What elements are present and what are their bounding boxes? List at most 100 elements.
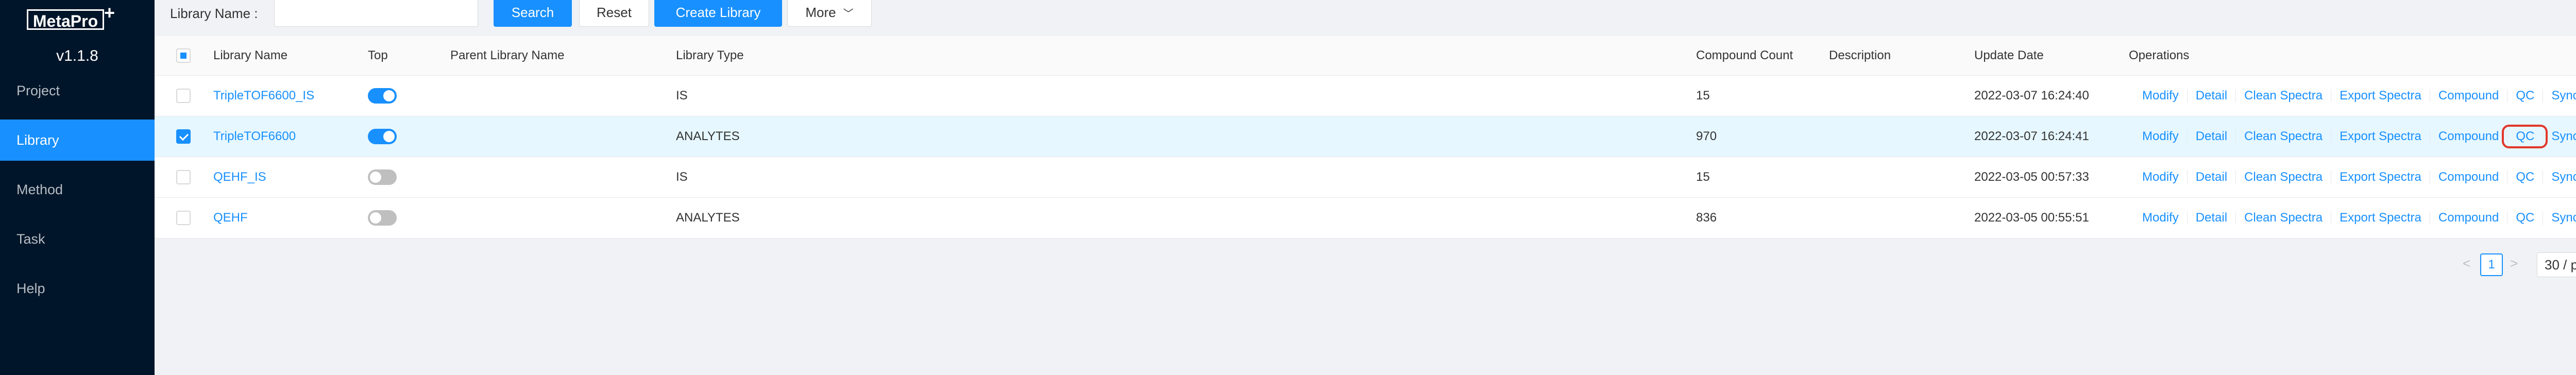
sidebar-item-method[interactable]: Method [0,169,155,210]
compound-link[interactable]: Compound [2429,211,2507,225]
qc-link[interactable]: QC [2507,89,2543,103]
row-select-cell [176,76,191,116]
chevron-down-icon: ﹀ [843,8,854,20]
compound-link[interactable]: Compound [2429,171,2507,184]
sidebar: MetaPro + v1.1.8 Project Library Method … [0,0,155,375]
sidebar-item-help[interactable]: Help [0,268,155,309]
modify-link[interactable]: Modify [2142,211,2187,225]
export-spectra-link[interactable]: Export Spectra [2331,211,2430,225]
search-button[interactable]: Search [494,0,572,27]
row-checkbox[interactable] [176,89,191,103]
modify-link[interactable]: Modify [2142,130,2187,143]
row-select-cell [176,157,191,197]
col-library-type: Library Type [676,48,744,62]
page-size-select[interactable]: 30 / page ﹀ [2537,252,2576,277]
sync-dropdown[interactable]: Sync﹀ [2543,89,2576,103]
library-name-link[interactable]: TripleTOF6600 [213,116,296,157]
page-size-value: 30 / page [2545,257,2576,272]
col-update-date: Update Date [1974,48,2044,62]
sync-label: Sync [2551,169,2576,184]
export-spectra-link[interactable]: Export Spectra [2331,89,2430,103]
export-spectra-link[interactable]: Export Spectra [2331,130,2430,143]
sync-dropdown[interactable]: Sync﹀ [2543,211,2576,225]
create-library-button[interactable]: Create Library [654,0,782,27]
more-label: More [805,5,836,20]
qc-link[interactable]: QC [2507,171,2543,184]
col-library-name: Library Name [213,48,288,62]
row-checkbox[interactable] [176,211,191,225]
operations-cell: Modify Detail Clean Spectra Export Spect… [2142,116,2576,157]
logo: MetaPro + [25,2,123,34]
sync-label: Sync [2551,210,2576,225]
sync-dropdown[interactable]: Sync﹀ [2543,129,2576,144]
compound-link[interactable]: Compound [2429,130,2507,143]
row-checkbox[interactable] [176,170,191,184]
library-name-link[interactable]: QEHF_IS [213,157,266,197]
library-name-input[interactable] [274,0,478,27]
table-row: TripleTOF6600 ANALYTES 970 2022-03-07 16… [155,116,2576,157]
row-checkbox[interactable] [176,129,191,144]
select-all-cell [176,36,191,75]
compound-count-cell: 15 [1696,89,1710,103]
detail-link[interactable]: Detail [2187,130,2235,143]
compound-count-cell: 15 [1696,170,1710,184]
search-toolbar: Library Name : Search Reset Create Libra… [155,0,2576,31]
sidebar-item-project[interactable]: Project [0,70,155,111]
qc-link[interactable]: QC [2507,211,2543,225]
library-type-cell: IS [676,170,688,184]
clean-spectra-link[interactable]: Clean Spectra [2235,89,2331,103]
detail-link[interactable]: Detail [2187,171,2235,184]
select-all-checkbox[interactable] [176,48,191,63]
library-table: Library Name Top Parent Library Name Lib… [155,36,2576,238]
operations-cell: Modify Detail Clean Spectra Export Spect… [2142,76,2576,116]
export-spectra-link[interactable]: Export Spectra [2331,171,2430,184]
top-toggle[interactable] [368,210,397,226]
col-parent-library-name: Parent Library Name [450,48,565,62]
top-toggle[interactable] [368,129,397,144]
top-cell [368,116,397,157]
library-name-link[interactable]: QEHF [213,198,248,238]
top-cell [368,157,397,197]
top-cell [368,198,397,238]
update-date-cell: 2022-03-05 00:55:51 [1974,211,2089,225]
update-date-cell: 2022-03-07 16:24:41 [1974,129,2089,143]
operations-cell: Modify Detail Clean Spectra Export Spect… [2142,198,2576,238]
compound-count-cell: 970 [1696,129,1717,143]
reset-button[interactable]: Reset [579,0,649,27]
logo-plus-icon: + [104,2,115,23]
detail-link[interactable]: Detail [2187,89,2235,103]
clean-spectra-link[interactable]: Clean Spectra [2235,211,2331,225]
top-toggle[interactable] [368,169,397,185]
sync-dropdown[interactable]: Sync﹀ [2543,169,2576,184]
clean-spectra-link[interactable]: Clean Spectra [2235,130,2331,143]
compound-count-cell: 836 [1696,211,1717,225]
operations-cell: Modify Detail Clean Spectra Export Spect… [2142,157,2576,197]
clean-spectra-link[interactable]: Clean Spectra [2235,171,2331,184]
library-type-cell: IS [676,89,688,103]
modify-link[interactable]: Modify [2142,171,2187,184]
pagination-next-icon[interactable]: > [2510,255,2518,271]
col-operations: Operations [2129,48,2190,62]
more-dropdown[interactable]: More ﹀ [787,0,872,27]
detail-link[interactable]: Detail [2187,211,2235,225]
sidebar-item-library[interactable]: Library [0,120,155,161]
pagination-prev-icon[interactable]: < [2463,255,2470,271]
col-top: Top [368,48,388,62]
table-row: QEHF_IS IS 15 2022-03-05 00:57:33 Modify… [155,157,2576,198]
col-compound-count: Compound Count [1696,48,1793,62]
col-description: Description [1829,48,1891,62]
sync-label: Sync [2551,129,2576,143]
library-type-cell: ANALYTES [676,129,740,143]
table-row: TripleTOF6600_IS IS 15 2022-03-07 16:24:… [155,76,2576,116]
pagination-page-1[interactable]: 1 [2480,253,2503,276]
table-row: QEHF ANALYTES 836 2022-03-05 00:55:51 Mo… [155,198,2576,238]
compound-link[interactable]: Compound [2429,89,2507,103]
sidebar-item-task[interactable]: Task [0,218,155,260]
update-date-cell: 2022-03-05 00:57:33 [1974,170,2089,184]
modify-link[interactable]: Modify [2142,89,2187,103]
qc-link-highlighted[interactable]: QC [2502,125,2548,148]
main-content: Library Name : Search Reset Create Libra… [155,0,2576,375]
sync-label: Sync [2551,88,2576,103]
library-name-link[interactable]: TripleTOF6600_IS [213,76,314,116]
top-toggle[interactable] [368,88,397,104]
